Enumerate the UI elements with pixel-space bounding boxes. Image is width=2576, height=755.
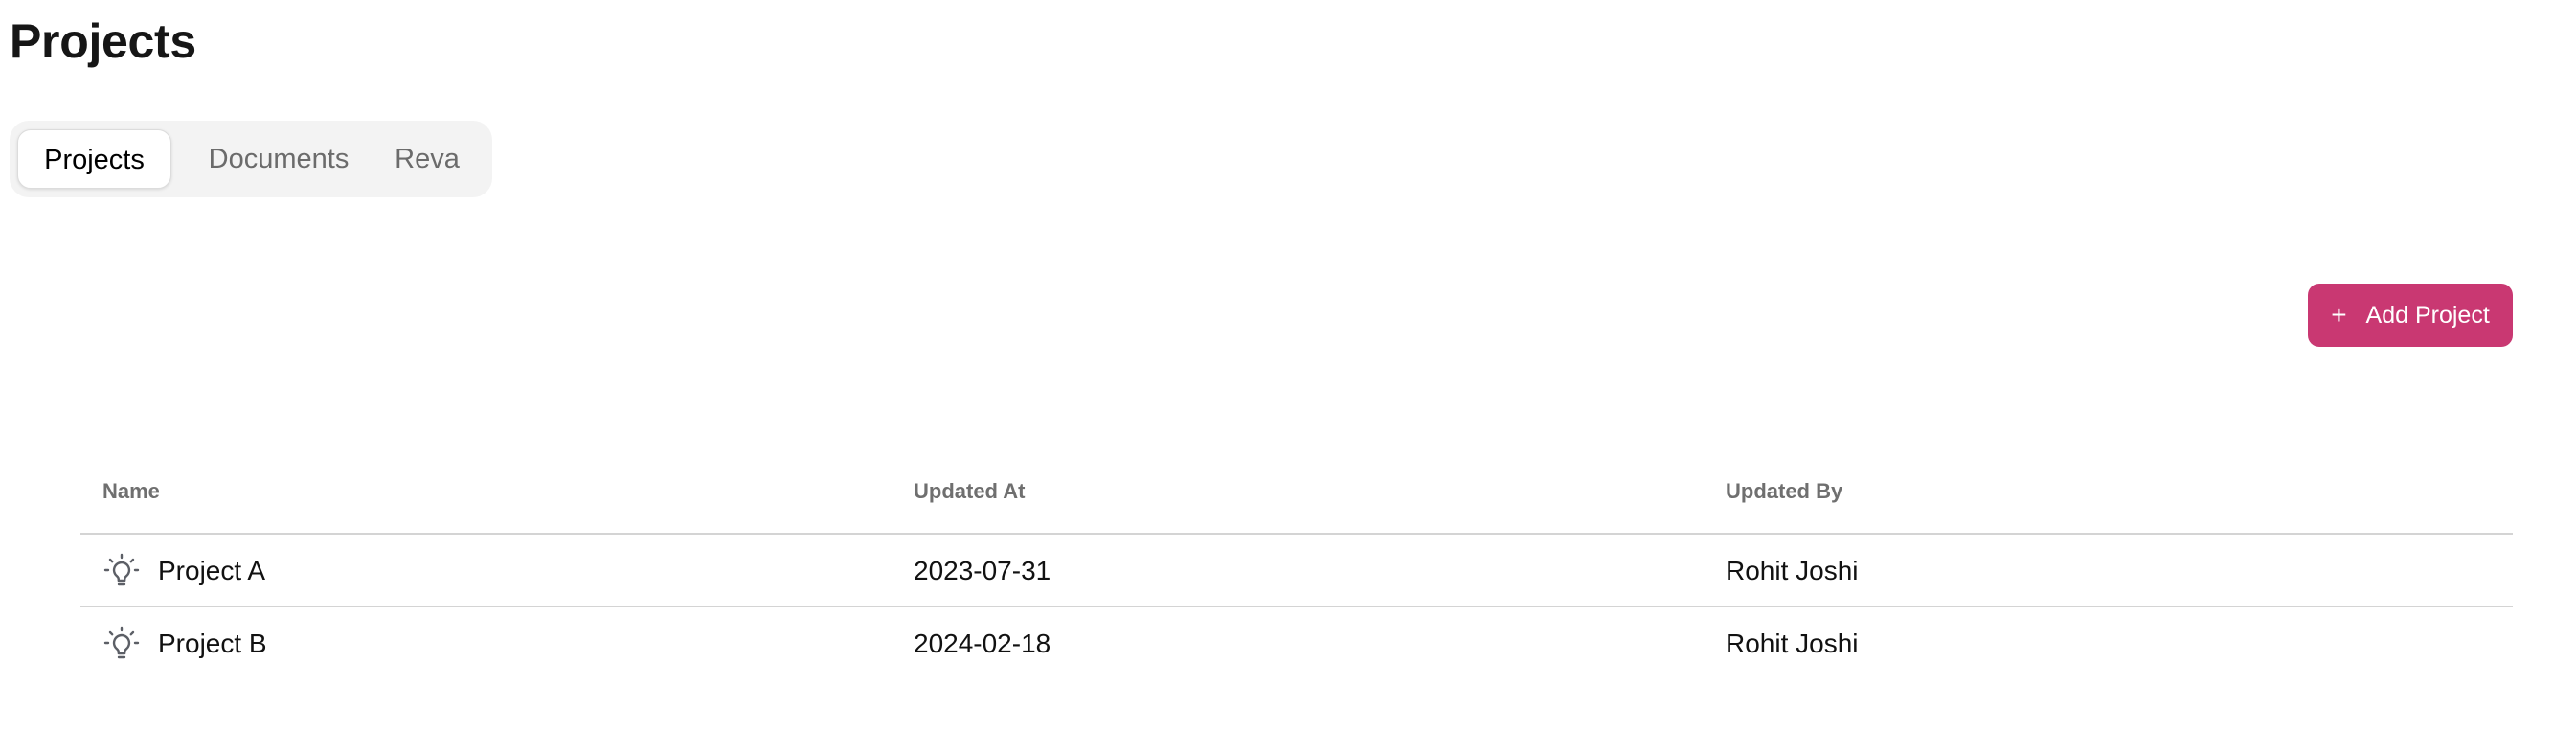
- tab-projects[interactable]: Projects: [17, 129, 171, 189]
- updated-at-cell: 2024-02-18: [914, 629, 1051, 658]
- column-header-updated-by[interactable]: Updated By: [1726, 479, 1842, 504]
- projects-page: Projects Projects Documents Reva + Add P…: [0, 0, 2576, 755]
- add-project-button[interactable]: + Add Project: [2308, 284, 2513, 347]
- tab-bar: Projects Documents Reva: [10, 121, 492, 197]
- updated-by-cell: Rohit Joshi: [1726, 629, 1859, 658]
- column-header-name[interactable]: Name: [102, 479, 160, 504]
- page-title: Projects: [10, 14, 196, 68]
- plus-icon: +: [2331, 300, 2347, 330]
- column-header-updated-at[interactable]: Updated At: [914, 479, 1026, 504]
- project-name-cell[interactable]: Project A: [102, 552, 265, 590]
- tab-documents[interactable]: Documents: [188, 129, 370, 189]
- tab-reva[interactable]: Reva: [383, 129, 471, 189]
- lightbulb-icon: [103, 626, 140, 659]
- add-project-label: Add Project: [2365, 301, 2490, 329]
- table-header: Name Updated At Updated By: [80, 460, 2513, 535]
- project-name: Project B: [158, 629, 267, 658]
- projects-table: Name Updated At Updated By Project A 202…: [80, 460, 2513, 678]
- lightbulb-icon: [103, 553, 140, 586]
- table-row[interactable]: Project B 2024-02-18 Rohit Joshi: [80, 607, 2513, 678]
- updated-at-cell: 2023-07-31: [914, 556, 1051, 585]
- updated-by-cell: Rohit Joshi: [1726, 556, 1859, 585]
- project-name: Project A: [158, 556, 266, 585]
- table-row[interactable]: Project A 2023-07-31 Rohit Joshi: [80, 535, 2513, 607]
- project-name-cell[interactable]: Project B: [102, 625, 267, 663]
